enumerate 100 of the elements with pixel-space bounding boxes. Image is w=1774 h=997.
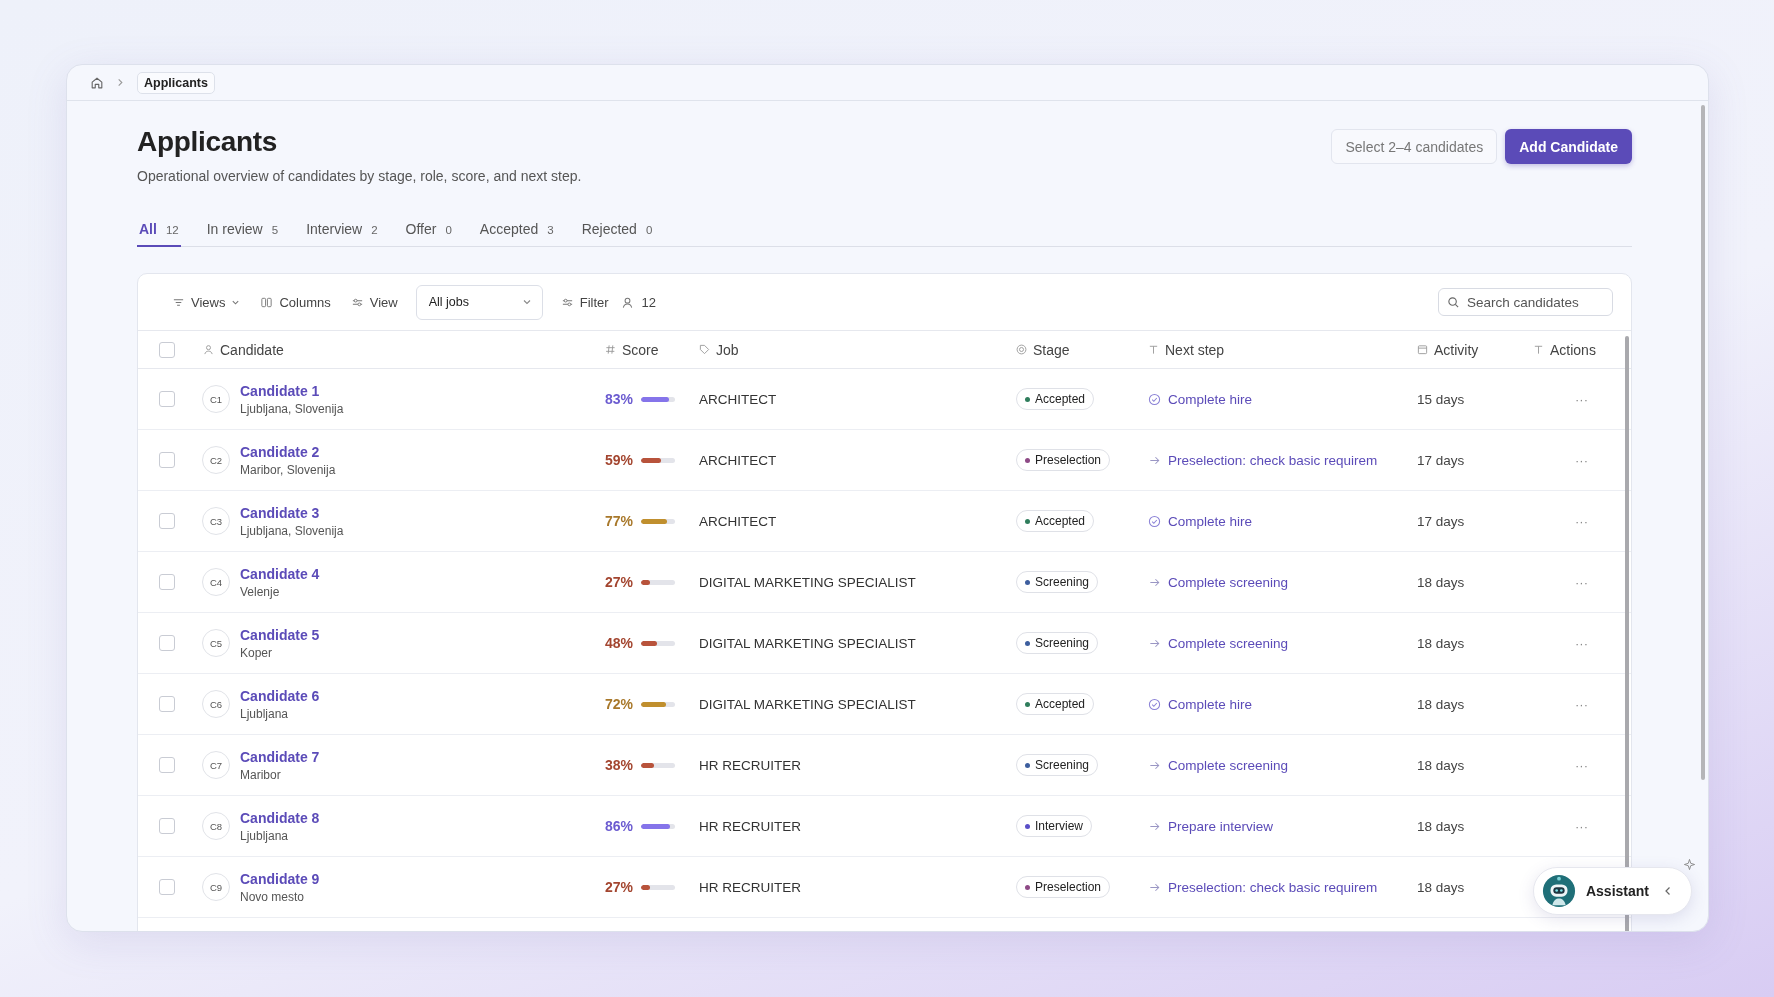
next-step-link[interactable]: Complete screening [1168, 574, 1289, 590]
more-actions-button[interactable]: ··· [1573, 453, 1590, 468]
sparkle-icon[interactable] [1683, 858, 1696, 871]
row-checkbox[interactable] [159, 513, 175, 529]
score-bar [641, 640, 676, 646]
person-icon [203, 344, 214, 355]
target-icon [1016, 344, 1027, 355]
more-actions-button[interactable]: ··· [1573, 514, 1590, 529]
next-step-link[interactable]: Complete hire [1168, 513, 1253, 529]
column-header[interactable]: Next step [1165, 341, 1225, 358]
candidate-name[interactable]: Candidate 4 [240, 565, 320, 582]
column-header[interactable]: Score [622, 341, 659, 358]
tab[interactable]: Interview 2 [304, 221, 380, 247]
score-value: 86% [605, 818, 634, 834]
next-step-link[interactable]: Complete hire [1168, 391, 1253, 407]
activity-time: 18 days [1417, 879, 1466, 895]
scrollbar[interactable] [1701, 105, 1705, 780]
job-title: ARCHITECT [699, 452, 778, 468]
next-step-link[interactable]: Complete screening [1168, 635, 1289, 651]
more-actions-button[interactable]: ··· [1573, 636, 1590, 651]
views-button[interactable]: Views [164, 294, 249, 310]
select-candidates-button[interactable]: Select 2–4 candidates [1331, 129, 1498, 164]
job-title: ARCHITECT [699, 513, 778, 529]
candidate-name[interactable]: Candidate 3 [240, 504, 344, 521]
activity-time: 18 days [1417, 574, 1466, 590]
row-checkbox[interactable] [159, 879, 175, 895]
filter-button[interactable]: Filter [552, 294, 617, 310]
check-circle-icon [1148, 697, 1161, 711]
candidate-count: 12 [641, 294, 657, 310]
row-checkbox[interactable] [159, 574, 175, 590]
job-title: DIGITAL MARKETING SPECIALIST [699, 574, 917, 590]
home-icon[interactable] [90, 75, 104, 90]
tab[interactable]: In review 5 [204, 221, 281, 247]
job-select[interactable]: All jobs [415, 284, 543, 320]
next-step-link[interactable]: Prepare interview [1168, 818, 1274, 834]
job-title: HR RECRUITER [699, 818, 802, 834]
score-value: 77% [605, 513, 634, 529]
next-step-link[interactable]: Complete hire [1168, 696, 1253, 712]
candidate-name[interactable]: Candidate 7 [240, 748, 320, 765]
tab[interactable]: All 12 [137, 221, 181, 247]
tab[interactable]: Offer 0 [403, 221, 454, 247]
next-step-link[interactable]: Preselection: check basic requirem [1168, 879, 1378, 895]
page-subtitle: Operational overview of candidates by stage, role, score, and next step. [137, 168, 582, 184]
more-actions-button[interactable]: ··· [1573, 697, 1590, 712]
score-value: 27% [605, 879, 634, 895]
columns-button[interactable]: Columns [252, 294, 339, 310]
score-bar [641, 884, 676, 890]
activity-time: 15 days [1417, 391, 1466, 407]
robot-avatar-icon [1541, 874, 1576, 908]
more-actions-button[interactable]: ··· [1573, 758, 1590, 773]
columns-icon [260, 295, 274, 309]
candidate-name[interactable]: Candidate 2 [240, 443, 336, 460]
breadcrumb-current[interactable]: Applicants [137, 71, 215, 94]
score-bar [641, 396, 676, 402]
score-value: 48% [605, 635, 634, 651]
score-bar [641, 823, 676, 829]
candidate-name[interactable]: Candidate 1 [240, 382, 344, 399]
column-header[interactable]: Actions [1550, 341, 1596, 358]
column-header[interactable]: Job [716, 341, 739, 358]
row-checkbox[interactable] [159, 635, 175, 651]
activity-time: 18 days [1417, 696, 1466, 712]
candidate-location: Maribor, Slovenija [240, 462, 336, 477]
job-title: DIGITAL MARKETING SPECIALIST [699, 635, 917, 651]
more-actions-button[interactable]: ··· [1573, 819, 1590, 834]
row-checkbox[interactable] [159, 391, 175, 407]
score-value: 27% [605, 574, 634, 590]
more-actions-button[interactable]: ··· [1573, 392, 1590, 407]
score-value: 38% [605, 757, 634, 773]
row-checkbox[interactable] [159, 696, 175, 712]
candidate-name[interactable]: Candidate 9 [240, 870, 320, 887]
activity-time: 18 days [1417, 635, 1466, 651]
search-field[interactable]: Search candidates [1438, 288, 1613, 316]
select-all-checkbox[interactable] [159, 341, 175, 358]
candidate-name[interactable]: Candidate 5 [240, 626, 320, 643]
score-bar [641, 518, 676, 524]
job-title: HR RECRUITER [699, 879, 802, 895]
add-candidate-button[interactable]: Add Candidate [1505, 129, 1632, 164]
row-checkbox[interactable] [159, 757, 175, 773]
candidate-name[interactable]: Candidate 6 [240, 687, 320, 704]
candidate-location: Koper [240, 645, 274, 660]
text-icon [1533, 344, 1544, 355]
view-button[interactable]: View [342, 294, 406, 310]
column-header[interactable]: Candidate [220, 341, 284, 358]
assistant-button[interactable]: Assistant [1532, 867, 1692, 915]
candidate-location: Ljubljana, Slovenija [240, 401, 344, 416]
next-step-link[interactable]: Complete screening [1168, 757, 1289, 773]
column-header[interactable]: Stage [1033, 341, 1070, 358]
column-header[interactable]: Activity [1434, 341, 1479, 358]
tab[interactable]: Rejected 0 [579, 221, 655, 247]
check-circle-icon [1148, 514, 1161, 528]
activity-time: 17 days [1417, 452, 1466, 468]
score-bar [641, 579, 676, 585]
row-checkbox[interactable] [159, 452, 175, 468]
more-actions-button[interactable]: ··· [1573, 575, 1590, 590]
tab[interactable]: Accepted 3 [477, 221, 556, 247]
search-icon [1447, 296, 1460, 309]
row-checkbox[interactable] [159, 818, 175, 834]
candidate-name[interactable]: Candidate 8 [240, 809, 320, 826]
next-step-link[interactable]: Preselection: check basic requirem [1168, 452, 1378, 468]
activity-time: 18 days [1417, 757, 1466, 773]
